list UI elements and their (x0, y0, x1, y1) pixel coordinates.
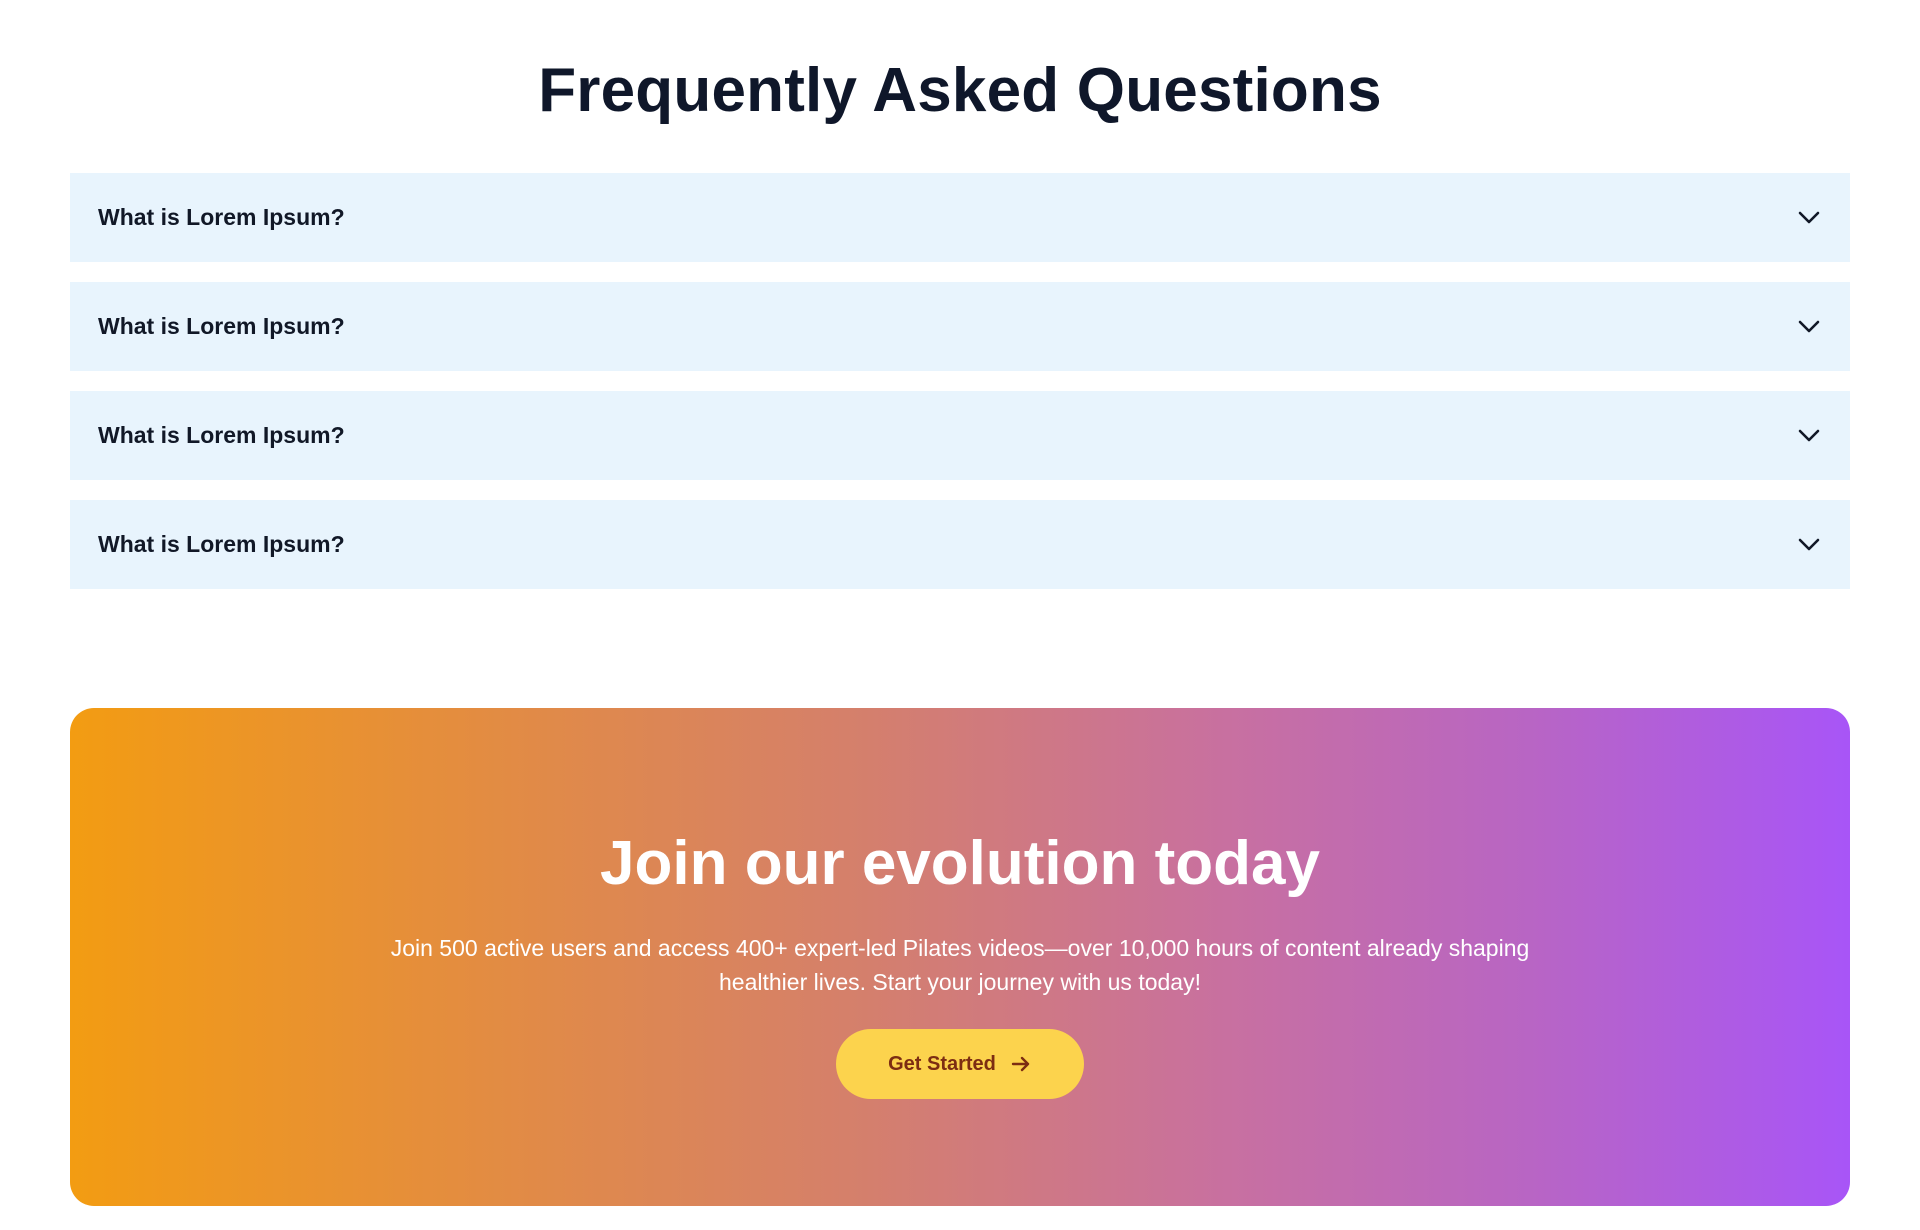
faq-item-1[interactable]: What is Lorem Ipsum? (70, 173, 1850, 262)
cta-banner: Join our evolution today Join 500 active… (70, 708, 1850, 1206)
faq-item-2[interactable]: What is Lorem Ipsum? (70, 282, 1850, 371)
cta-description: Join 500 active users and access 400+ ex… (390, 935, 1530, 995)
arrow-right-icon (1010, 1053, 1032, 1075)
faq-question: What is Lorem Ipsum? (98, 531, 345, 557)
faq-title: Frequently Asked Questions (538, 56, 1382, 125)
faq-list: What is Lorem Ipsum? What is Lorem Ipsum… (70, 173, 1850, 609)
faq-question: What is Lorem Ipsum? (98, 204, 345, 230)
faq-item-4[interactable]: What is Lorem Ipsum? (70, 500, 1850, 589)
faq-item-3[interactable]: What is Lorem Ipsum? (70, 391, 1850, 480)
chevron-down-icon[interactable] (1796, 205, 1822, 231)
get-started-label: Get Started (888, 1052, 996, 1075)
page: Frequently Asked Questions What is Lorem… (0, 0, 1920, 1230)
chevron-down-icon[interactable] (1796, 314, 1822, 340)
get-started-button[interactable]: Get Started (836, 1029, 1084, 1099)
chevron-down-icon[interactable] (1796, 423, 1822, 449)
cta-title: Join our evolution today (600, 829, 1320, 898)
faq-question: What is Lorem Ipsum? (98, 422, 345, 448)
faq-question: What is Lorem Ipsum? (98, 313, 345, 339)
chevron-down-icon[interactable] (1796, 532, 1822, 558)
